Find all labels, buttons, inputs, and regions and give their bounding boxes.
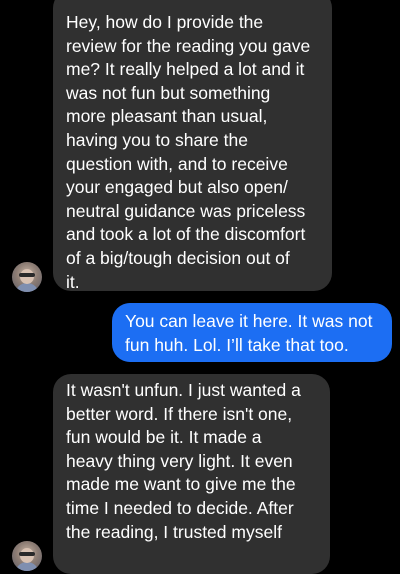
message-text-line: having you to share the <box>66 129 248 150</box>
message-text-line: neutral guidance was priceless <box>66 200 306 221</box>
message-text-line: You can leave it here. It was not <box>125 311 373 331</box>
message-thread[interactable]: Hey, how do I provide the review for the… <box>0 0 400 574</box>
message-text-line: fun would be it. It made a <box>66 427 262 448</box>
message-text-line: Hey, how do I provide the <box>66 12 264 32</box>
message-text-line: more pleasant than usual, <box>66 106 268 127</box>
message-text-line: was not fun but something <box>66 82 271 103</box>
message-text-line: and took a lot of the discomfort <box>66 224 306 245</box>
message-text-line: it. <box>66 271 80 292</box>
message-text-line: me? It really helped a lot and it <box>66 59 305 80</box>
message-text-line: It wasn't unfun. I just wanted a <box>66 380 301 400</box>
avatar-photo-sunglasses <box>19 552 35 556</box>
incoming-message-bubble[interactable]: Hey, how do I provide the review for the… <box>53 0 332 292</box>
incoming-message-bubble[interactable]: It wasn't unfun. I just wanted a better … <box>53 374 330 574</box>
message-text-line: the reading, I trusted myself <box>66 521 282 542</box>
message-text-line: your engaged but also open/ <box>66 177 288 198</box>
message-text-line: time I needed to decide. After <box>66 497 294 518</box>
avatar-photo-sunglasses <box>19 273 35 277</box>
avatar-photo-shoulders <box>15 283 39 292</box>
message-text-line: heavy thing very light. It even <box>66 450 293 471</box>
message-text-line: fun huh. Lol. I’ll take that too. <box>125 334 349 355</box>
message-text-line: better word. If there isn't one, <box>66 403 293 424</box>
message-text-line: question with, and to receive <box>66 153 288 174</box>
sender-avatar[interactable] <box>12 541 42 571</box>
message-text-line: made me want to give me the <box>66 474 296 495</box>
message-text-line: review for the reading you gave <box>66 35 311 56</box>
outgoing-message-bubble[interactable]: You can leave it here. It was not fun hu… <box>112 303 392 362</box>
message-text-line: of a big/tough decision out of <box>66 247 290 268</box>
avatar-photo-shoulders <box>15 562 39 571</box>
sender-avatar[interactable] <box>12 262 42 292</box>
